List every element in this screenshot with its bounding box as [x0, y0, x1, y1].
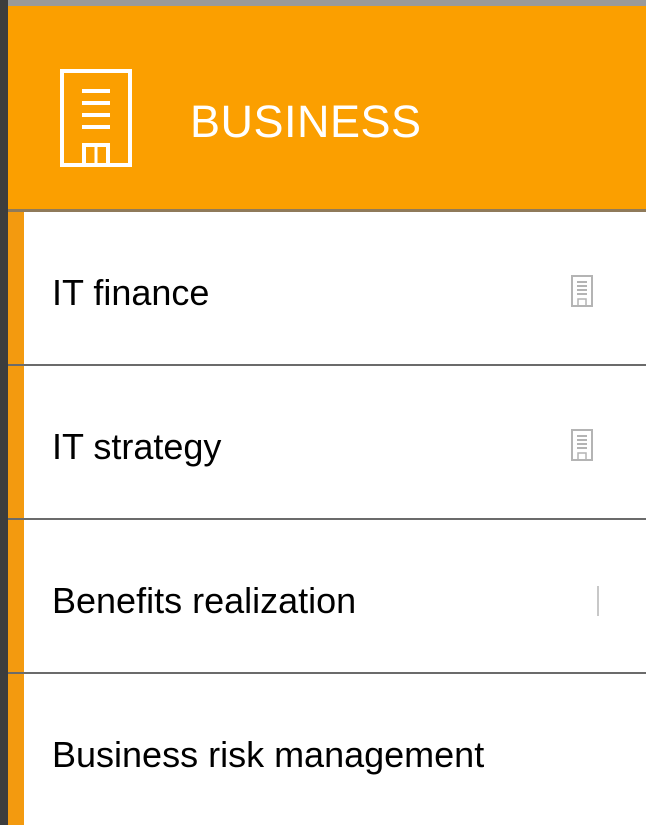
list-item-label: Business risk management	[52, 734, 485, 775]
list-item-it-finance[interactable]: IT finance	[8, 212, 646, 366]
list-item-accent	[8, 212, 24, 364]
building-icon	[60, 69, 136, 169]
building-icon	[596, 584, 600, 618]
list-item-label: IT strategy	[52, 426, 222, 467]
list-item-accent	[8, 366, 24, 518]
business-topic-list: IT finance IT strategy Benefits realizat…	[8, 212, 646, 825]
panel-title: BUSINESS	[190, 96, 422, 147]
list-item-accent	[8, 520, 24, 672]
list-item-accent	[8, 674, 24, 825]
building-icon	[570, 428, 594, 462]
business-panel: BUSINESS IT finance IT strategy Benefits…	[0, 0, 646, 825]
panel-header[interactable]: BUSINESS	[8, 0, 646, 212]
list-item-label: IT finance	[52, 272, 210, 313]
building-icon	[570, 274, 594, 308]
list-item-label: Benefits realization	[52, 580, 357, 621]
list-item-business-risk-management[interactable]: Business risk management	[8, 674, 646, 825]
list-item-benefits-realization[interactable]: Benefits realization	[8, 520, 646, 674]
list-item-it-strategy[interactable]: IT strategy	[8, 366, 646, 520]
